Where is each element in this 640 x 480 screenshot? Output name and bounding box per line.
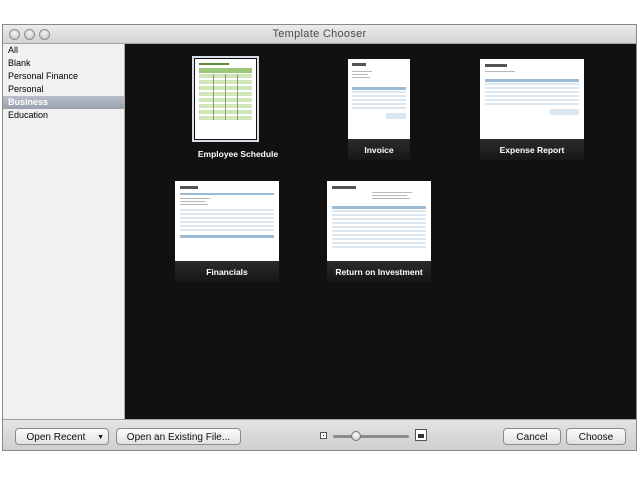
large-picture-icon[interactable] xyxy=(415,429,427,441)
choose-button[interactable]: Choose xyxy=(566,428,626,445)
employee-schedule-label: Employee Schedule xyxy=(197,149,279,159)
sidebar-item-education[interactable]: Education xyxy=(3,109,124,122)
open-recent-label: Open Recent xyxy=(26,432,86,443)
template-expense-report[interactable]: Expense Report xyxy=(480,59,584,169)
sidebar-item-business[interactable]: Business xyxy=(3,96,124,109)
employee-schedule-thumbnail[interactable] xyxy=(192,56,259,142)
financials-label: Financials xyxy=(175,261,279,283)
sidebar-item-blank[interactable]: Blank xyxy=(3,57,124,70)
template-chooser-window: Template Chooser All Blank Personal Fina… xyxy=(2,24,637,451)
expense-report-label: Expense Report xyxy=(480,139,584,161)
template-return-on-investment[interactable]: Return on Investment xyxy=(327,181,431,291)
return-on-investment-thumbnail[interactable] xyxy=(327,181,431,261)
open-recent-popup[interactable]: Open Recent ▼ xyxy=(15,428,109,445)
template-financials[interactable]: Financials xyxy=(175,181,279,291)
expense-report-thumbnail[interactable] xyxy=(480,59,584,139)
sidebar-item-all[interactable]: All xyxy=(3,44,124,57)
return-on-investment-label: Return on Investment xyxy=(327,261,431,283)
thumbnail-size-slider[interactable] xyxy=(333,435,409,438)
invoice-label: Invoice xyxy=(348,139,410,161)
small-picture-icon[interactable] xyxy=(320,432,327,439)
slider-knob[interactable] xyxy=(351,431,361,441)
template-employee-schedule[interactable]: Employee Schedule xyxy=(186,56,290,167)
cancel-button[interactable]: Cancel xyxy=(503,428,561,445)
bottom-toolbar: Open Recent ▼ Open an Existing File... C… xyxy=(3,419,636,450)
window-title: Template Chooser xyxy=(272,28,367,40)
sidebar-item-personal-finance[interactable]: Personal Finance xyxy=(3,70,124,83)
chevron-down-icon: ▼ xyxy=(97,434,104,441)
template-invoice[interactable]: Invoice xyxy=(322,59,426,169)
invoice-thumbnail[interactable] xyxy=(348,59,410,139)
financials-thumbnail[interactable] xyxy=(175,181,279,261)
title-bar: Template Chooser xyxy=(3,25,636,44)
sidebar-item-personal[interactable]: Personal xyxy=(3,83,124,96)
open-existing-file-button[interactable]: Open an Existing File... xyxy=(116,428,241,445)
category-sidebar: All Blank Personal Finance Personal Busi… xyxy=(3,44,125,419)
template-gallery: Employee Schedule Invoice Expense Report… xyxy=(125,44,636,419)
